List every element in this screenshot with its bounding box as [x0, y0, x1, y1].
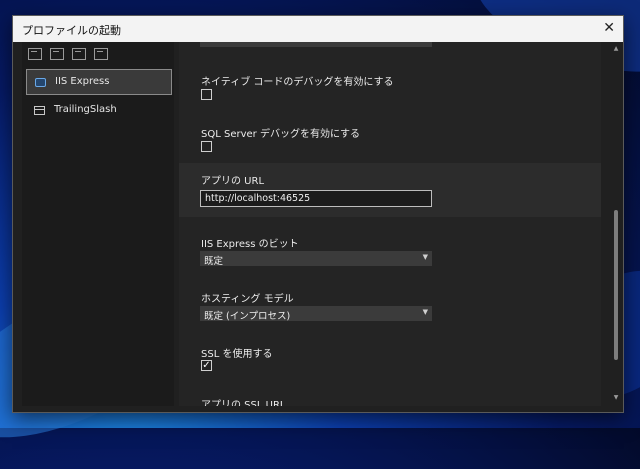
dialog-title: プロファイルの起動 — [22, 24, 121, 37]
sql-debug-checkbox[interactable] — [201, 141, 212, 152]
scrolled-field-remnant — [200, 42, 432, 47]
copy-profile-icon[interactable] — [50, 48, 64, 60]
profile-sidebar: IIS Express TrailingSlash — [22, 42, 174, 406]
app-url-label: アプリの URL — [201, 176, 265, 187]
iis-bitness-label: IIS Express のビット — [201, 239, 299, 250]
rename-profile-icon[interactable] — [94, 48, 108, 60]
chevron-down-icon: ▼ — [422, 253, 428, 261]
profile-item-iis-express[interactable]: IIS Express — [26, 69, 172, 95]
iis-globe-icon — [35, 78, 46, 87]
native-debug-checkbox[interactable] — [201, 89, 212, 100]
new-profile-icon[interactable] — [28, 48, 42, 60]
close-icon[interactable]: ✕ — [603, 20, 615, 36]
scrollbar-thumb[interactable] — [614, 210, 618, 360]
iis-bitness-value: 既定 — [204, 256, 224, 267]
app-url-input[interactable]: http://localhost:46525 — [200, 190, 432, 207]
profile-toolbar — [28, 48, 108, 62]
profile-item-trailingslash[interactable]: TrailingSlash — [26, 98, 172, 124]
hosting-model-dropdown[interactable]: 既定 (インプロセス) ▼ — [200, 306, 432, 322]
scroll-down-icon[interactable]: ▼ — [612, 394, 620, 402]
native-debug-label: ネイティブ コードのデバッグを有効にする — [201, 77, 394, 88]
sql-debug-label: SQL Server デバッグを有効にする — [201, 129, 361, 140]
settings-panel: ネイティブ コードのデバッグを有効にする SQL Server デバッグを有効に… — [179, 42, 601, 406]
chevron-down-icon: ▼ — [422, 308, 428, 316]
ssl-checkbox[interactable]: ✓ — [201, 360, 212, 371]
hosting-model-label: ホスティング モデル — [201, 294, 294, 305]
delete-profile-icon[interactable] — [72, 48, 86, 60]
ssl-label: SSL を使用する — [201, 349, 273, 360]
ssl-url-label: アプリの SSL URL — [201, 400, 286, 406]
settings-scrollbar[interactable]: ▲ ▼ — [611, 42, 621, 406]
scroll-up-icon[interactable]: ▲ — [612, 45, 620, 53]
profile-label: TrailingSlash — [54, 104, 117, 115]
title-bar: プロファイルの起動 ✕ — [13, 16, 623, 42]
iis-bitness-dropdown[interactable]: 既定 ▼ — [200, 251, 432, 267]
launch-profiles-dialog: プロファイルの起動 ✕ IIS Express TrailingSlash ネイ… — [12, 15, 624, 413]
hosting-model-value: 既定 (インプロセス) — [204, 311, 291, 322]
window-icon — [34, 106, 45, 115]
profile-label: IIS Express — [55, 76, 110, 87]
app-url-section: アプリの URL http://localhost:46525 — [179, 163, 601, 217]
